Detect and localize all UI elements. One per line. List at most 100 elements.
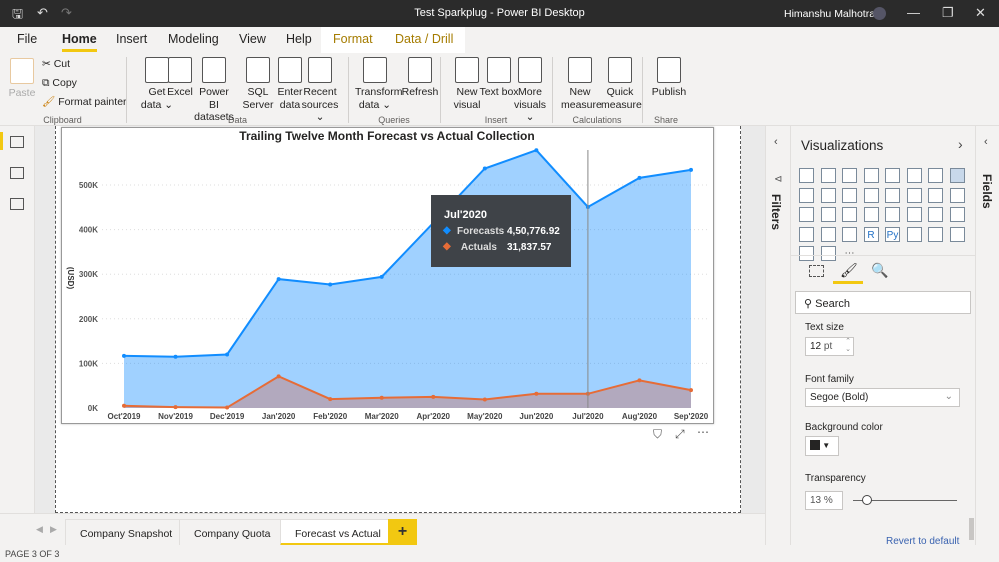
area-chart-visual[interactable]: Trailing Twelve Month Forecast vs Actual… — [61, 127, 714, 424]
report-view-icon[interactable] — [10, 136, 24, 148]
more-options-icon[interactable]: ⋯ — [697, 425, 709, 439]
quick-measure-button[interactable]: Quick measure — [601, 57, 642, 111]
tab-help[interactable]: Help — [286, 32, 312, 46]
tab-data-drill[interactable]: Data / Drill — [383, 27, 466, 53]
python-visual-icon[interactable]: Py — [885, 226, 900, 242]
actuals-point[interactable] — [379, 395, 384, 400]
card-icon[interactable] — [906, 207, 922, 222]
actuals-point[interactable] — [225, 405, 230, 410]
page-tab-active[interactable]: Forecast vs Actual — [280, 519, 396, 546]
area-icon[interactable] — [949, 168, 965, 183]
next-page-icon[interactable]: ▶ — [50, 524, 57, 535]
power-bi-datasets-button[interactable]: Power BI datasets — [194, 57, 234, 124]
table-icon[interactable] — [820, 226, 836, 242]
avatar[interactable] — [873, 7, 886, 20]
forecasts-point[interactable] — [328, 282, 333, 287]
line-column-icon[interactable] — [820, 187, 836, 203]
filled-map-icon[interactable] — [863, 207, 879, 222]
pie-icon[interactable] — [949, 187, 965, 203]
transparency-input[interactable]: 13 % — [805, 491, 843, 510]
line-icon[interactable] — [928, 168, 943, 183]
scatter-icon[interactable] — [928, 187, 943, 203]
filter-icon[interactable]: ⛉ — [653, 427, 662, 442]
data-view-icon[interactable] — [10, 167, 24, 179]
font-family-dropdown[interactable]: Segoe (Bold) ⌄ — [805, 388, 960, 407]
text-size-stepper[interactable]: 12 pt ⌃ ⌄ — [805, 337, 854, 356]
focus-mode-icon[interactable]: ⤢ — [675, 427, 685, 442]
gauge-icon[interactable] — [885, 207, 900, 222]
page-tab[interactable]: Company Snapshot — [65, 519, 188, 546]
ribbon-icon[interactable] — [863, 187, 879, 203]
waterfall-icon[interactable] — [885, 187, 900, 203]
slicer-icon[interactable] — [799, 226, 814, 242]
prev-page-icon[interactable]: ◀ — [36, 524, 43, 535]
minimize-icon[interactable]: — — [907, 5, 920, 20]
key-influencers-icon[interactable] — [906, 226, 922, 242]
actuals-point[interactable] — [689, 388, 693, 393]
donut-icon[interactable] — [799, 207, 814, 222]
actuals-point[interactable] — [173, 405, 178, 410]
power-apps-icon[interactable] — [799, 246, 814, 261]
paint-roller-icon[interactable]: 🖌 — [840, 262, 858, 279]
page-tab[interactable]: Company Quota — [179, 519, 286, 546]
cut-button[interactable]: ✂ Cut — [42, 58, 70, 71]
decomposition-tree-icon[interactable] — [928, 226, 943, 242]
slider-thumb[interactable] — [861, 495, 872, 505]
copy-button[interactable]: ⧉ Copy — [42, 77, 77, 90]
paginated-icon[interactable] — [820, 246, 836, 261]
format-painter-button[interactable]: 🖌 Format painter — [42, 96, 127, 109]
add-page-button[interactable]: + — [388, 519, 417, 545]
actuals-point[interactable] — [431, 394, 436, 399]
publish-button[interactable]: Publish — [649, 57, 689, 99]
matrix-icon[interactable] — [842, 226, 857, 242]
actuals-point[interactable] — [328, 397, 333, 402]
close-icon[interactable]: ✕ — [975, 5, 986, 21]
more-visuals-button[interactable]: More visuals ⌄ — [510, 57, 550, 124]
recent-sources-button[interactable]: Recent sources ⌄ — [300, 57, 340, 124]
clustered-bar-icon[interactable] — [842, 168, 857, 183]
forecasts-point[interactable] — [637, 175, 642, 180]
forecasts-point[interactable] — [482, 166, 487, 171]
fields-pane-collapsed[interactable]: ‹ Fields — [975, 126, 999, 545]
spin-icon[interactable]: ⌃ ⌄ — [845, 338, 851, 354]
actuals-point[interactable] — [637, 378, 642, 383]
tab-format[interactable]: Format — [321, 27, 385, 53]
actuals-point[interactable] — [276, 374, 281, 379]
fields-tab-icon[interactable] — [809, 265, 824, 277]
chevron-left-icon[interactable]: ‹ — [984, 136, 988, 148]
paste-button[interactable]: Paste — [8, 58, 36, 100]
actuals-point[interactable] — [482, 397, 487, 402]
tab-modeling[interactable]: Modeling — [168, 32, 219, 46]
forecasts-point[interactable] — [225, 352, 230, 357]
actuals-point[interactable] — [534, 391, 539, 396]
tab-home[interactable]: Home — [62, 32, 97, 52]
chevron-left-icon[interactable]: ‹ — [774, 136, 778, 148]
search-input[interactable]: ⚲ Search — [795, 291, 971, 314]
analytics-icon[interactable]: 🔍 — [871, 262, 888, 279]
excel-button[interactable]: Excel — [165, 57, 195, 99]
line-clustered-icon[interactable] — [842, 187, 857, 203]
qa-icon[interactable] — [949, 226, 965, 242]
actuals-point[interactable] — [122, 403, 126, 408]
100-column-icon[interactable] — [906, 168, 922, 183]
more-icon[interactable]: ⋯ — [842, 246, 857, 261]
stacked-column-icon[interactable] — [820, 168, 836, 183]
clustered-column-icon[interactable] — [863, 168, 879, 183]
transform-data-button[interactable]: Transform data ⌄ — [355, 57, 402, 111]
forecasts-point[interactable] — [122, 353, 126, 358]
treemap-icon[interactable] — [820, 207, 836, 222]
background-color-picker[interactable]: ▼ — [805, 436, 839, 456]
chevron-right-icon[interactable]: › — [958, 136, 963, 152]
100-bar-icon[interactable] — [885, 168, 900, 183]
forecasts-point[interactable] — [689, 167, 693, 172]
model-view-icon[interactable] — [10, 198, 24, 210]
user-name[interactable]: Himanshu Malhotra — [784, 8, 875, 20]
refresh-button[interactable]: Refresh — [400, 57, 440, 99]
tab-file[interactable]: File — [17, 32, 37, 46]
map-icon[interactable] — [842, 207, 857, 222]
tab-view[interactable]: View — [239, 32, 266, 46]
restore-icon[interactable]: ❐ — [942, 5, 954, 21]
forecasts-point[interactable] — [276, 277, 281, 282]
stacked-area-icon[interactable] — [799, 187, 814, 203]
multi-row-card-icon[interactable] — [928, 207, 943, 222]
